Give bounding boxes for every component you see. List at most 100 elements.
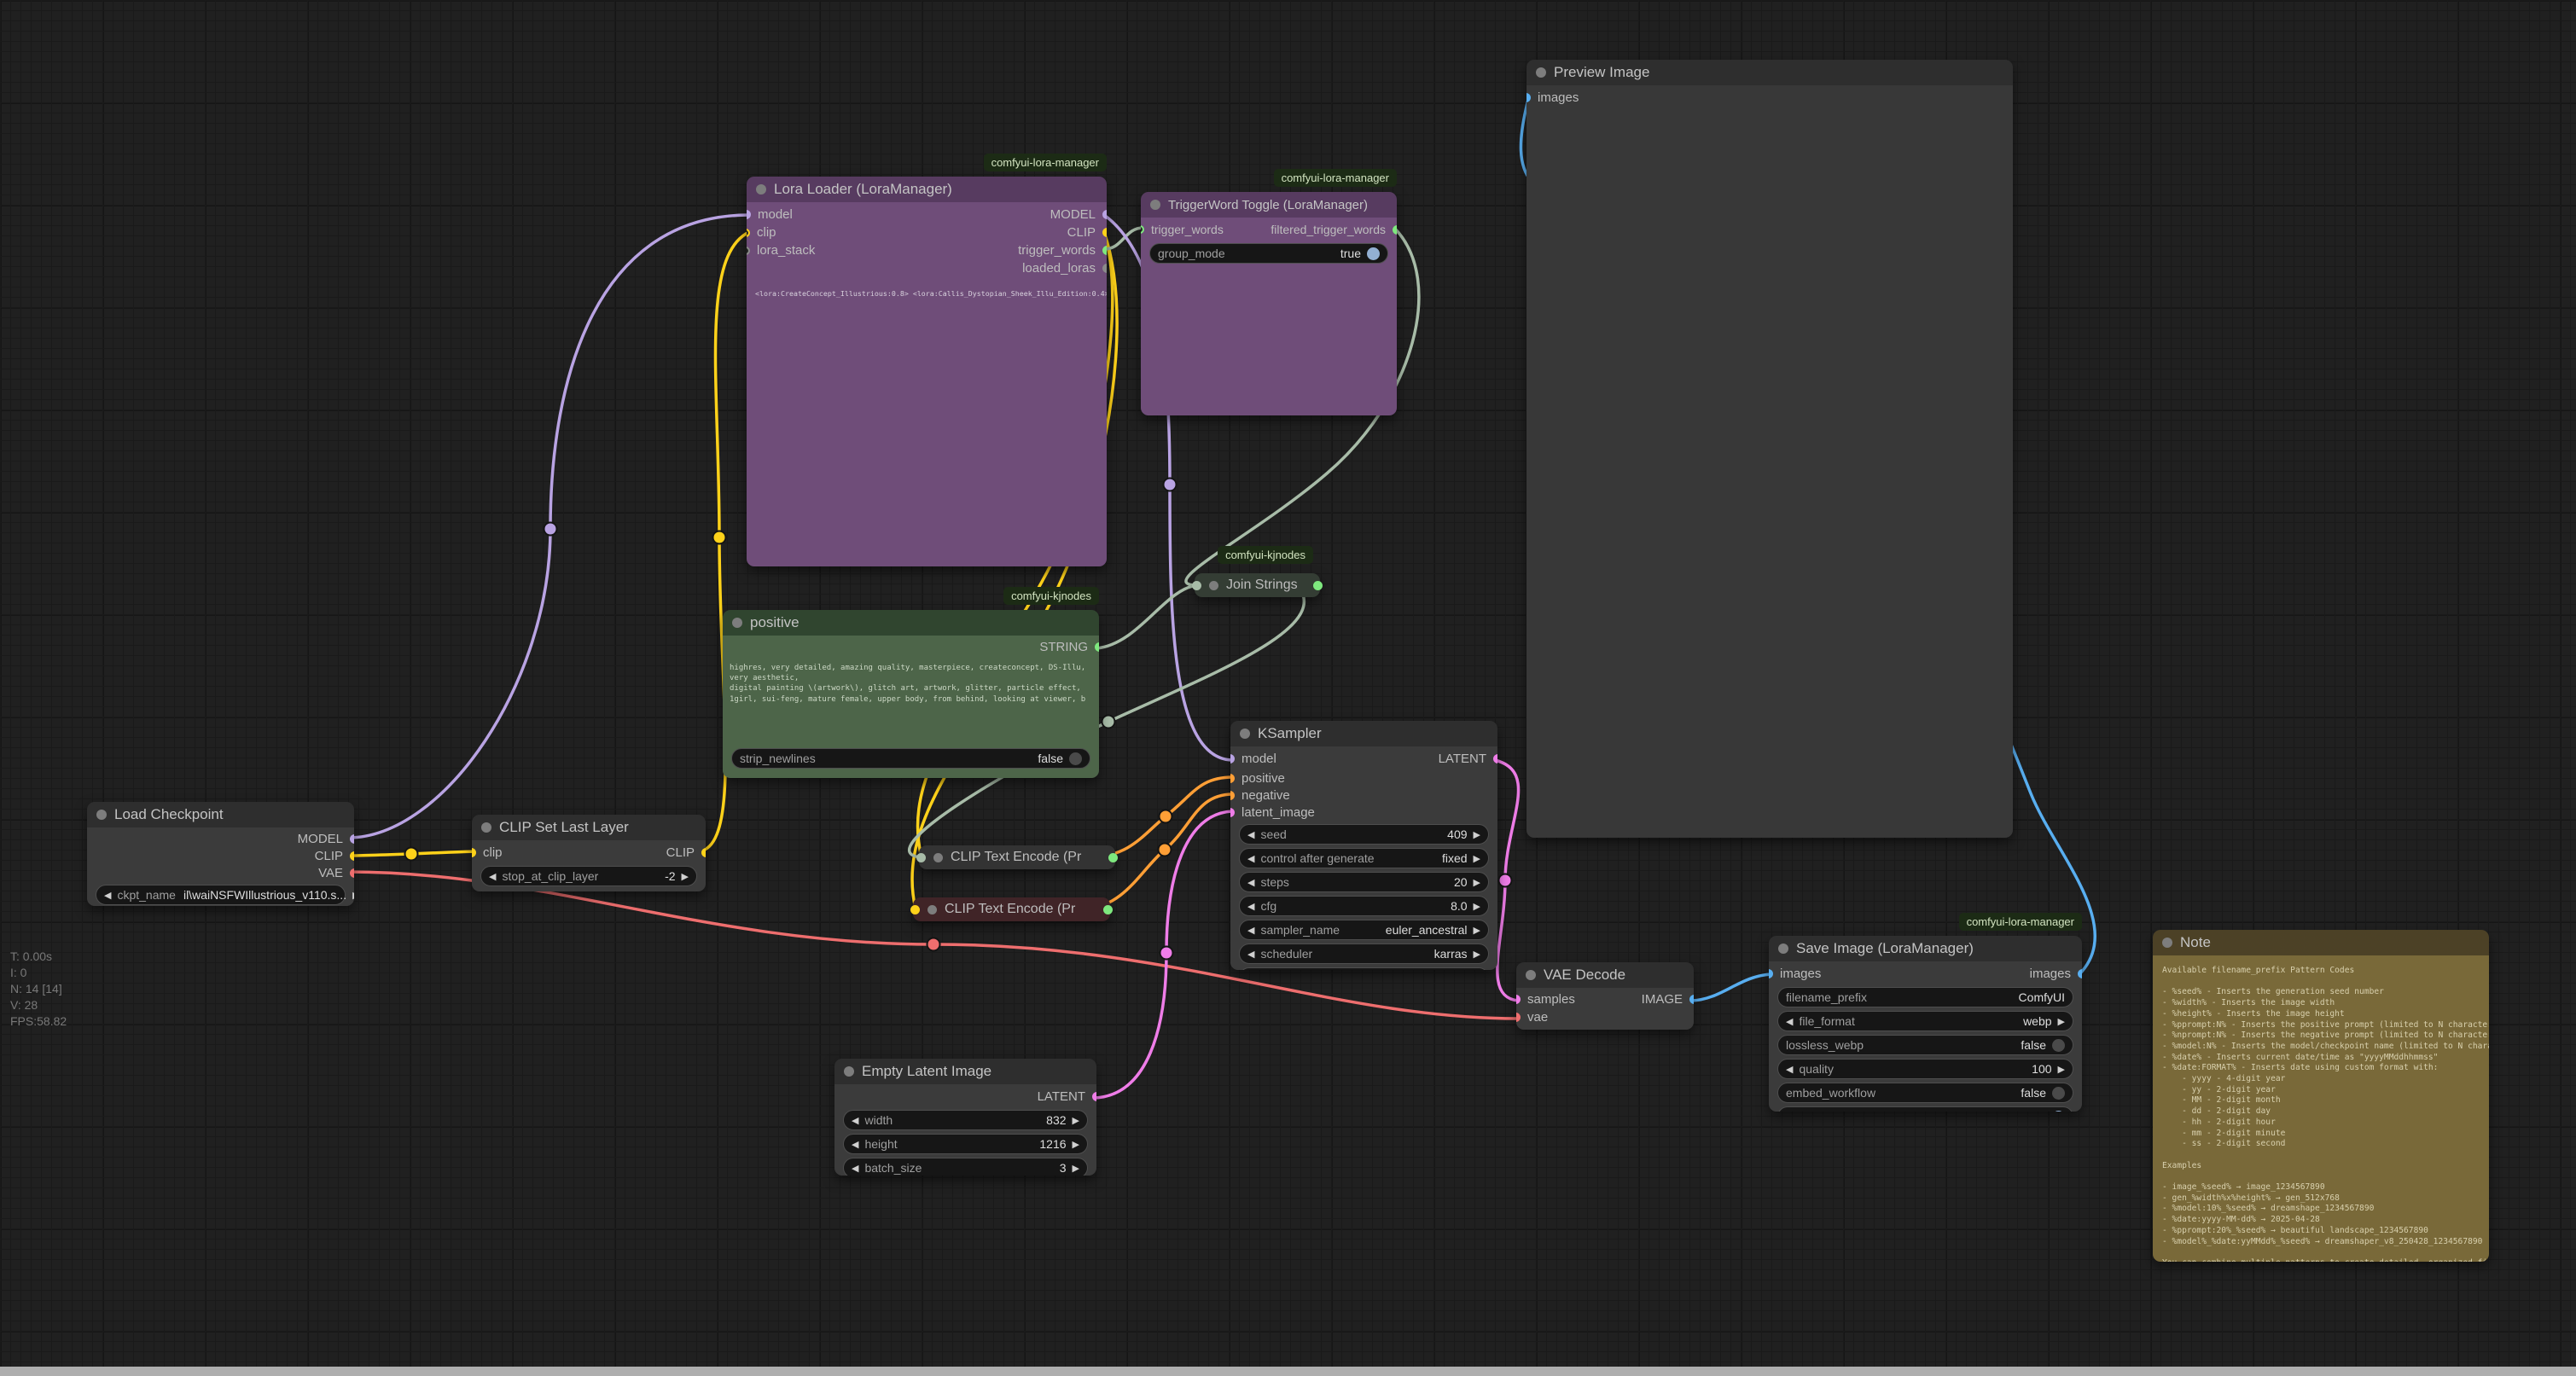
node-title-bar[interactable]: Note <box>2153 930 2489 955</box>
collapse-dot-icon[interactable] <box>844 1066 854 1077</box>
collapse-dot-icon[interactable] <box>1209 581 1218 590</box>
ckpt-name-widget[interactable]: ◀ckpt_nameil\waiNSFWIllustrious_v110.s..… <box>96 885 346 905</box>
sampler-name-widget[interactable]: ◀sampler_nameeuler_ancestral▶ <box>1239 920 1489 940</box>
combo-next-icon[interactable]: ▶ <box>2058 1064 2065 1075</box>
quality-widget[interactable]: ◀quality100▶ <box>1777 1059 2073 1079</box>
output-slot-string[interactable] <box>1095 642 1099 652</box>
prompt-textarea[interactable]: highres, very detailed, amazing quality,… <box>723 656 1099 711</box>
group-mode-widget[interactable]: group_modetrue <box>1149 243 1388 264</box>
reroute-dot[interactable] <box>1160 810 1172 823</box>
combo-next-icon[interactable]: ▶ <box>2058 1016 2065 1027</box>
toggle-off-icon[interactable] <box>2052 1039 2065 1052</box>
note-textarea[interactable]: Available filename_prefix Pattern Codes … <box>2153 955 2489 1262</box>
combo-next-icon[interactable]: ▶ <box>682 871 689 882</box>
node-triggerword-toggle[interactable]: comfyui-lora-manager TriggerWord Toggle … <box>1141 192 1397 415</box>
combo-next-icon[interactable]: ▶ <box>1474 877 1480 888</box>
combo-next-icon[interactable]: ▶ <box>1474 925 1480 936</box>
reroute-dot[interactable] <box>1102 716 1115 729</box>
reroute-dot[interactable] <box>544 523 557 536</box>
output-slot-images[interactable] <box>2078 969 2082 978</box>
collapse-dot-icon[interactable] <box>1536 67 1546 78</box>
collapse-dot-icon[interactable] <box>933 853 943 862</box>
node-note[interactable]: Note Available filename_prefix Pattern C… <box>2153 930 2489 1262</box>
output-slot-model[interactable] <box>350 834 354 844</box>
steps-widget[interactable]: ◀steps20▶ <box>1239 872 1489 892</box>
collapsed-input-slot[interactable] <box>910 905 920 914</box>
combo-next-icon[interactable]: ▶ <box>1474 829 1480 840</box>
input-slot-samples[interactable] <box>1516 995 1521 1004</box>
output-slot-latent[interactable] <box>1493 754 1497 763</box>
reroute-dot[interactable] <box>1499 874 1512 887</box>
collapsed-output-slot[interactable] <box>1313 581 1323 590</box>
node-positive-prompt[interactable]: comfyui-kjnodes positive STRING highres,… <box>723 610 1099 778</box>
batch-size-widget[interactable]: ◀batch_size3▶ <box>843 1158 1088 1176</box>
node-load-checkpoint[interactable]: Load Checkpoint MODEL CLIP VAE ◀ckpt_nam… <box>87 802 354 906</box>
combo-next-icon[interactable]: ▶ <box>1073 1163 1079 1174</box>
file-format-widget[interactable]: ◀file_formatwebp▶ <box>1777 1011 2073 1031</box>
toggle-on-icon[interactable] <box>1367 247 1380 260</box>
collapse-dot-icon[interactable] <box>481 822 491 833</box>
collapsed-output-slot[interactable] <box>1103 905 1113 914</box>
scheduler-widget[interactable]: ◀schedulerkarras▶ <box>1239 943 1489 964</box>
input-slot-latent-image[interactable] <box>1230 808 1235 817</box>
output-slot-clip[interactable] <box>350 851 354 861</box>
combo-next-icon[interactable]: ▶ <box>352 890 354 901</box>
combo-prev-icon[interactable]: ◀ <box>104 890 111 901</box>
lora-syntax-text[interactable]: <lora:CreateConcept_Illustrious:0.8> <lo… <box>747 277 1107 310</box>
reroute-dot[interactable] <box>1160 947 1173 960</box>
cfg-widget[interactable]: ◀cfg8.0▶ <box>1239 896 1489 916</box>
collapse-dot-icon[interactable] <box>2162 938 2172 948</box>
combo-prev-icon[interactable]: ◀ <box>1247 877 1254 888</box>
input-slot-clip[interactable] <box>472 848 476 857</box>
output-slot-clip[interactable] <box>701 848 706 857</box>
node-clip-text-encode-negative[interactable]: CLIP Text Encode (Pr <box>913 897 1110 921</box>
input-slot-vae[interactable] <box>1516 1013 1521 1022</box>
collapse-dot-icon[interactable] <box>756 184 766 194</box>
combo-next-icon[interactable]: ▶ <box>1474 853 1480 864</box>
output-slot-model[interactable] <box>1102 210 1107 219</box>
node-vae-decode[interactable]: VAE Decode samples IMAGE vae <box>1516 962 1694 1030</box>
combo-prev-icon[interactable]: ◀ <box>1247 925 1254 936</box>
input-slot-images[interactable] <box>1526 93 1531 102</box>
node-title-bar[interactable]: Preview Image <box>1526 60 2013 85</box>
node-clip-set-last-layer[interactable]: CLIP Set Last Layer clip CLIP ◀stop_at_c… <box>472 815 706 891</box>
combo-prev-icon[interactable]: ◀ <box>489 871 496 882</box>
input-slot-positive[interactable] <box>1230 774 1235 783</box>
strip-newlines-widget[interactable]: strip_newlinesfalse <box>731 748 1090 769</box>
lossless-webp-widget[interactable]: lossless_webpfalse <box>1777 1035 2073 1055</box>
node-lora-loader[interactable]: comfyui-lora-manager Lora Loader (LoraMa… <box>747 177 1107 566</box>
collapse-dot-icon[interactable] <box>732 618 742 628</box>
input-slot-model[interactable] <box>1230 754 1235 763</box>
combo-prev-icon[interactable]: ◀ <box>852 1139 858 1150</box>
node-title-bar[interactable]: TriggerWord Toggle (LoraManager) <box>1141 192 1397 218</box>
node-empty-latent-image[interactable]: Empty Latent Image LATENT ◀width832▶ ◀he… <box>834 1059 1096 1176</box>
combo-prev-icon[interactable]: ◀ <box>1247 853 1254 864</box>
collapsed-input-slot[interactable] <box>916 853 926 862</box>
combo-prev-icon[interactable]: ◀ <box>1247 829 1254 840</box>
input-slot-clip[interactable] <box>747 229 750 237</box>
output-slot-vae[interactable] <box>350 868 354 878</box>
output-slot-loaded-loras[interactable] <box>1102 264 1107 273</box>
embed-workflow-widget[interactable]: embed_workflowfalse <box>1777 1083 2073 1103</box>
collapse-dot-icon[interactable] <box>96 810 107 820</box>
combo-next-icon[interactable]: ▶ <box>1073 1115 1079 1126</box>
collapse-dot-icon[interactable] <box>1150 200 1160 210</box>
stop-at-clip-layer-widget[interactable]: ◀stop_at_clip_layer-2▶ <box>480 866 697 886</box>
node-title-bar[interactable]: positive <box>723 610 1099 636</box>
filename-prefix-widget[interactable]: filename_prefixComfyUI <box>1777 987 2073 1007</box>
output-slot-image[interactable] <box>1689 995 1694 1004</box>
node-graph-canvas[interactable]: T: 0.00sI: 0N: 14 [14] V: 28FPS:58.82 Lo… <box>0 0 2576 1376</box>
reroute-dot[interactable] <box>1159 844 1172 856</box>
combo-prev-icon[interactable]: ◀ <box>1786 1016 1793 1027</box>
collapse-dot-icon[interactable] <box>1778 943 1788 954</box>
combo-prev-icon[interactable]: ◀ <box>1247 901 1254 912</box>
combo-next-icon[interactable]: ▶ <box>1474 949 1480 960</box>
node-title-bar[interactable]: Load Checkpoint <box>87 802 354 827</box>
node-join-strings[interactable]: comfyui-kjnodes Join Strings <box>1195 573 1320 597</box>
output-slot-clip[interactable] <box>1102 228 1107 237</box>
denoise-widget[interactable]: ◀denoise1.00▶ <box>1239 967 1489 970</box>
combo-prev-icon[interactable]: ◀ <box>852 1115 858 1126</box>
input-slot-negative[interactable] <box>1230 791 1235 800</box>
collapse-dot-icon[interactable] <box>1240 729 1250 739</box>
reroute-dot[interactable] <box>1164 479 1177 491</box>
